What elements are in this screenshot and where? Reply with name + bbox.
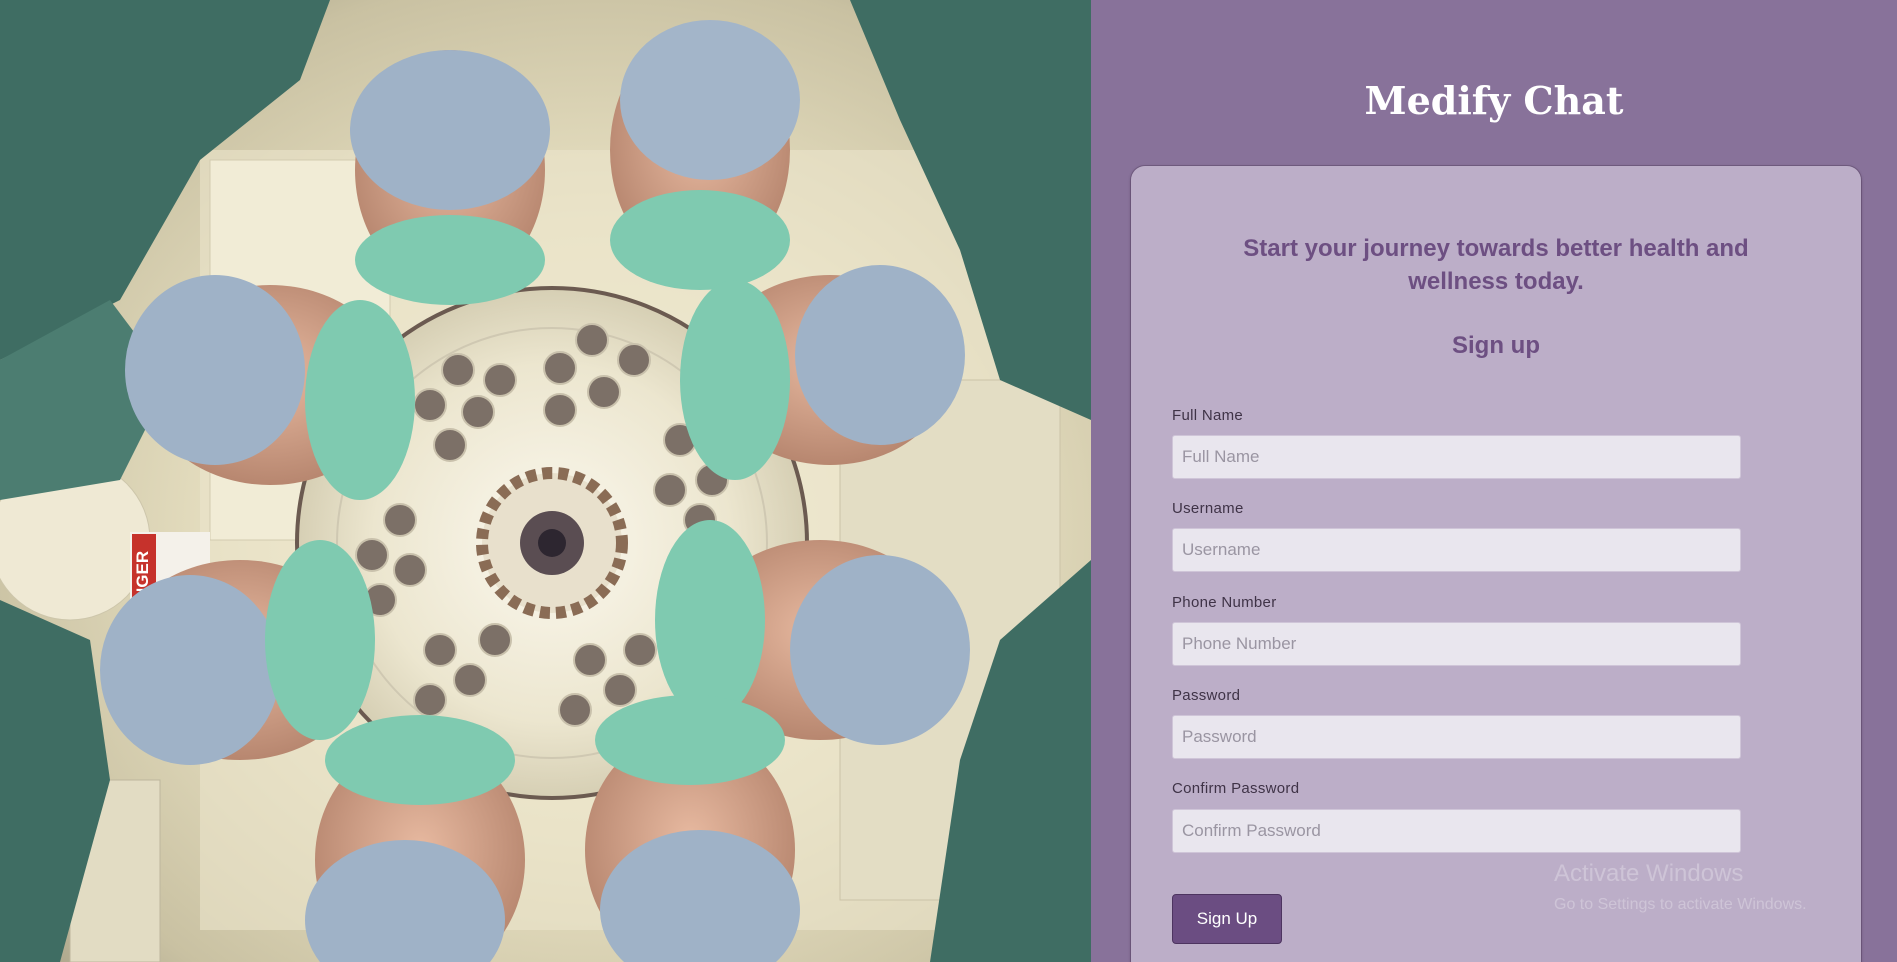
full-name-input[interactable]: [1172, 435, 1741, 479]
username-label: Username: [1172, 500, 1244, 517]
password-input[interactable]: [1172, 715, 1741, 759]
windows-watermark: Activate Windows Go to Settings to activ…: [1554, 860, 1807, 914]
confirm-password-label: Confirm Password: [1172, 780, 1300, 797]
signup-button[interactable]: Sign Up: [1172, 894, 1282, 944]
hero-photo: NGER: [0, 0, 1091, 962]
watermark-title: Activate Windows: [1554, 860, 1744, 887]
tagline: Start your journey towards better health…: [1243, 235, 1749, 295]
phone-label: Phone Number: [1172, 594, 1277, 611]
phone-input[interactable]: [1172, 622, 1741, 666]
confirm-password-input[interactable]: [1172, 809, 1741, 853]
surgeons-photo-illustration: NGER: [0, 0, 1091, 962]
signup-card: Start your journey towards better health…: [1131, 166, 1861, 962]
signup-heading: Sign up: [1452, 332, 1540, 359]
username-input[interactable]: [1172, 528, 1741, 572]
full-name-label: Full Name: [1172, 407, 1244, 424]
brand-title: Medify Chat: [1364, 78, 1624, 123]
watermark-subtitle: Go to Settings to activate Windows.: [1554, 896, 1807, 913]
password-label: Password: [1172, 687, 1241, 704]
signup-panel: Medify Chat Start your journey towards b…: [1091, 0, 1897, 962]
